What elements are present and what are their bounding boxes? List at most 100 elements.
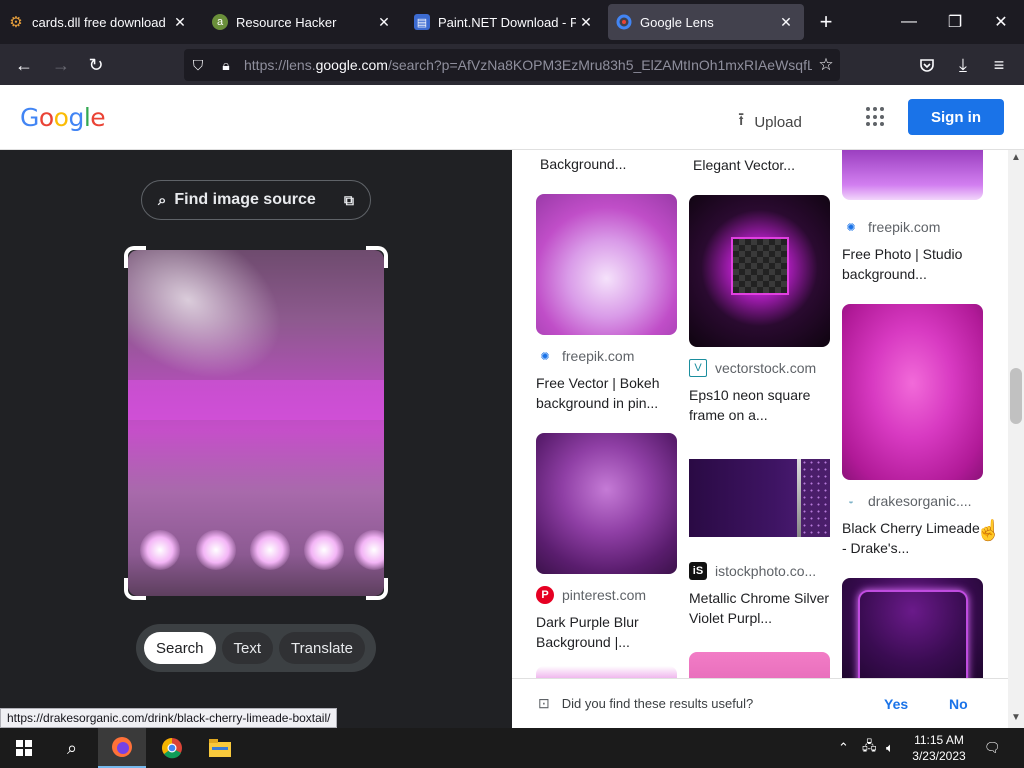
result-card[interactable]: P pinterest.com Dark Purple Blur Backgro… <box>536 433 678 652</box>
restore-button[interactable]: ❐ <box>932 0 978 44</box>
feedback-yes-button[interactable]: Yes <box>884 696 908 712</box>
results-grid: Background... Elegant Vector... ✺ freepi… <box>512 150 1008 678</box>
upload-icon: ⭱ <box>738 109 745 129</box>
result-title-fragment[interactable]: Background... <box>540 154 626 174</box>
result-site-label: vectorstock.com <box>715 360 817 376</box>
back-icon[interactable]: ← <box>9 50 39 80</box>
search-chip[interactable]: Search <box>144 632 216 664</box>
query-image[interactable] <box>128 250 384 596</box>
result-site[interactable]: ◒ drakesorganic.... <box>842 492 984 510</box>
result-card[interactable]: V vectorstock.com Eps10 neon square fram… <box>689 195 831 425</box>
result-title[interactable]: Dark Purple Blur Background |... <box>536 612 678 652</box>
forward-icon[interactable]: → <box>46 50 76 80</box>
google-lens-icon <box>616 14 632 30</box>
url-text[interactable]: https://lens.google.com/search?p=AfVzNa8… <box>244 57 812 73</box>
reload-icon[interactable]: ↻ <box>81 50 111 80</box>
url-prefix: https://lens. <box>244 57 316 73</box>
feedback-bar: ⊡ Did you find these results useful? Yes… <box>512 678 1008 728</box>
result-card[interactable]: ◒ drakesorganic.... Black Cherry Limeade… <box>842 304 984 558</box>
close-tab-icon[interactable]: ✕ <box>776 14 796 31</box>
url-bar[interactable]: ⛉ 🔒︎ https://lens.google.com/search?p=Af… <box>184 49 840 81</box>
feedback-icon: ⊡ <box>538 695 550 711</box>
result-title[interactable]: Free Vector | Bokeh background in pin... <box>536 373 678 413</box>
scroll-down-icon[interactable]: ▼ <box>1008 712 1024 723</box>
crop-handle[interactable] <box>124 246 146 268</box>
google-apps-icon[interactable] <box>866 107 886 127</box>
tab-google-lens[interactable]: Google Lens ✕ <box>608 4 804 40</box>
upload-label: Upload <box>754 113 802 131</box>
gear-icon: ⚙ <box>9 14 23 31</box>
result-site[interactable]: V vectorstock.com <box>689 359 831 377</box>
downloads-icon[interactable]: ⤓ <box>948 50 978 80</box>
crop-handle[interactable] <box>366 246 388 268</box>
screen: { "browser": { "tabs": [ {"title": "card… <box>0 0 1024 768</box>
taskbar-clock[interactable]: 11:15 AM 3/23/2023 <box>904 732 974 764</box>
google-logo[interactable]: Google <box>20 103 106 132</box>
close-tab-icon[interactable]: ✕ <box>170 14 190 31</box>
find-image-source-button[interactable]: ⌕ Find image source ⧉ <box>141 180 371 220</box>
result-thumbnail[interactable] <box>842 150 983 200</box>
windows-taskbar: ⌕ ⌃ 🖧︎ 🔈︎ 11:15 AM 3/23/2023 🗨︎ <box>0 728 1024 768</box>
shield-icon[interactable]: ⛉ <box>184 57 212 74</box>
result-card[interactable]: ✺ freepik.com Free Vector | Bokeh backgr… <box>536 194 678 413</box>
paintnet-icon: ▤ <box>414 14 430 30</box>
upload-button[interactable]: ⭱ Upload <box>738 107 802 137</box>
tab-cards-dll[interactable]: ⚙ cards.dll free download | DL ✕ <box>0 4 198 40</box>
menu-icon[interactable]: ≡ <box>984 50 1014 80</box>
result-card[interactable]: iS istockphoto.co... Metallic Chrome Sil… <box>689 446 831 628</box>
crop-handle[interactable] <box>124 578 146 600</box>
file-explorer-icon[interactable] <box>196 728 244 768</box>
result-title[interactable]: Free Photo | Studio background... <box>842 244 984 284</box>
bookmark-star-icon[interactable]: ☆ <box>812 55 840 75</box>
result-thumbnail[interactable] <box>842 578 983 678</box>
tab-resource-hacker[interactable]: a Resource Hacker ✕ <box>204 4 402 40</box>
close-tab-icon[interactable]: ✕ <box>576 14 596 31</box>
result-thumbnail[interactable] <box>536 194 677 335</box>
result-site[interactable]: ✺ freepik.com <box>842 218 984 236</box>
clock-date: 3/23/2023 <box>912 749 966 763</box>
clock-time: 11:15 AM <box>914 733 964 747</box>
text-chip[interactable]: Text <box>221 632 274 664</box>
result-site[interactable]: ✺ freepik.com <box>536 347 678 365</box>
search-icon[interactable]: ⌕ <box>48 728 96 768</box>
result-title[interactable]: Eps10 neon square frame on a... <box>689 385 831 425</box>
result-site[interactable]: P pinterest.com <box>536 586 678 604</box>
lock-icon[interactable]: 🔒︎ <box>212 57 240 74</box>
result-title[interactable]: Metallic Chrome Silver Violet Purpl... <box>689 588 831 628</box>
result-thumbnail[interactable] <box>536 433 677 574</box>
notifications-icon[interactable]: 🗨︎ <box>984 728 1001 768</box>
windows-start-icon[interactable] <box>0 728 48 768</box>
result-site[interactable]: iS istockphoto.co... <box>689 562 831 580</box>
volume-icon[interactable]: 🔈︎ <box>886 728 894 768</box>
minimize-button[interactable]: — <box>886 0 932 44</box>
result-title[interactable]: Black Cherry Limeade - Drake's... <box>842 518 984 558</box>
network-icon[interactable]: 🖧︎ <box>862 728 877 768</box>
result-thumbnail[interactable] <box>689 652 830 678</box>
url-host: google.com <box>315 57 388 73</box>
feedback-question-text: Did you find these results useful? <box>561 696 754 711</box>
result-thumbnail[interactable] <box>689 195 830 347</box>
firefox-icon[interactable] <box>98 728 146 768</box>
chrome-icon[interactable] <box>148 728 196 768</box>
result-card[interactable]: ✺ freepik.com Free Photo | Studio backgr… <box>842 150 984 284</box>
result-site-label: pinterest.com <box>562 587 647 603</box>
result-thumbnail[interactable] <box>536 666 677 678</box>
result-thumbnail[interactable] <box>689 446 830 550</box>
translate-chip[interactable]: Translate <box>279 632 366 664</box>
pocket-icon[interactable] <box>912 50 942 80</box>
feedback-no-button[interactable]: No <box>949 696 968 712</box>
show-hidden-icons[interactable]: ⌃ <box>838 728 849 768</box>
new-tab-button[interactable]: + <box>814 10 838 34</box>
sign-in-button[interactable]: Sign in <box>908 99 1004 135</box>
close-tab-icon[interactable]: ✕ <box>374 14 394 31</box>
close-window-button[interactable]: ✕ <box>978 0 1024 44</box>
result-title-fragment[interactable]: Elegant Vector... <box>693 155 795 175</box>
result-thumbnail[interactable] <box>842 304 983 480</box>
scroll-up-icon[interactable]: ▲ <box>1008 152 1024 163</box>
crop-handle[interactable] <box>366 578 388 600</box>
tab-paintnet[interactable]: ▤ Paint.NET Download - Paint ✕ <box>406 4 604 40</box>
results-scrollbar[interactable]: ▲ ▼ <box>1008 150 1024 728</box>
scrollbar-thumb[interactable] <box>1010 368 1022 424</box>
tab-title: Paint.NET Download - Paint <box>438 14 576 30</box>
istockphoto-icon: iS <box>689 562 707 580</box>
